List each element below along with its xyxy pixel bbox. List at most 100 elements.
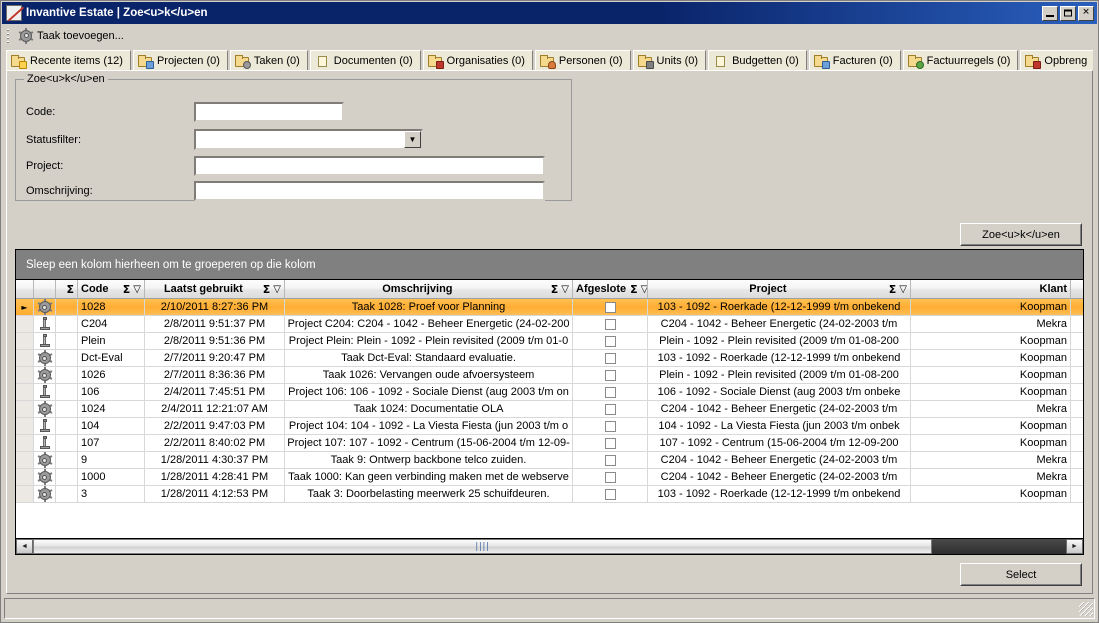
column-header-label: Klant (1039, 283, 1068, 295)
summary-sigma-icon[interactable]: Σ (889, 283, 897, 296)
table-row[interactable]: 106 2/4/2011 7:45:51 PM Project 106: 106 -… (16, 384, 1083, 401)
closed-checkbox[interactable] (604, 471, 616, 483)
add-task-button[interactable]: Taak toevoegen... (14, 25, 133, 46)
summary-sigma-icon[interactable]: Σ (551, 283, 559, 296)
chevron-down-icon[interactable]: ▼ (404, 131, 421, 148)
select-button[interactable]: Select (960, 563, 1082, 586)
filter-funnel-icon[interactable]: ▽ (273, 284, 281, 295)
table-row[interactable]: 1026 2/7/2011 8:36:36 PM Taak 1026: Vervan… (16, 367, 1083, 384)
table-row[interactable]: 1000 1/28/2011 4:28:41 PM Taak 1000: Kan g… (16, 469, 1083, 486)
closed-checkbox[interactable] (604, 369, 616, 381)
tab-persons[interactable]: Personen (0) (534, 50, 631, 71)
minimize-button[interactable] (1042, 5, 1058, 21)
filter-funnel-icon[interactable]: ▽ (641, 284, 647, 295)
closed-checkbox[interactable] (604, 335, 616, 347)
closed-checkbox-cell (573, 435, 648, 451)
tab-units[interactable]: Units (0) (632, 50, 707, 71)
cell-description: Project Plein: Plein - 1092 - Plein revi… (285, 333, 573, 349)
closed-checkbox[interactable] (604, 352, 616, 364)
table-row[interactable]: C204 2/8/2011 9:51:37 PM Project C204: C20… (16, 316, 1083, 333)
search-button[interactable]: Zoe<u>k</u>en (960, 223, 1082, 246)
tab-documents[interactable]: Documenten (0) (309, 50, 421, 71)
column-header-closed[interactable]: Afgeslote Σ ▽ (573, 280, 648, 298)
column-header-project[interactable]: Project Σ ▽ (648, 280, 911, 298)
filter-funnel-icon[interactable]: ▽ (133, 284, 141, 295)
cell-customer: Koopman (911, 384, 1071, 400)
filter-funnel-icon[interactable]: ▽ (561, 284, 569, 295)
tab-label: Personen (0) (558, 55, 623, 67)
statusfilter-label: Statusfilter: (26, 133, 82, 146)
maximize-button[interactable] (1060, 5, 1076, 21)
omschrijving-input[interactable] (194, 181, 545, 201)
summary-sigma-icon[interactable]: Σ (123, 283, 131, 296)
group-by-dropzone[interactable]: Sleep een kolom hierheen om te groeperen… (16, 250, 1083, 280)
pylon-icon (38, 385, 52, 399)
resize-grip-icon[interactable] (1079, 601, 1093, 616)
scroll-right-button[interactable]: ► (1066, 539, 1083, 554)
tab-bar: Recente items (12) Projecten (0) Taken (0)… (6, 49, 1093, 71)
grid-horizontal-scrollbar[interactable]: ◄ |||| ► (16, 538, 1083, 554)
close-button[interactable]: ✕ (1078, 5, 1094, 21)
closed-checkbox-cell (573, 350, 648, 366)
closed-checkbox[interactable] (604, 403, 616, 415)
project-input[interactable] (194, 156, 545, 176)
column-header-label: Laatst gebruikt (163, 283, 243, 295)
filter-funnel-icon[interactable]: ▽ (899, 284, 907, 295)
table-row[interactable]: 9 1/28/2011 4:30:37 PM Taak 9: Ontwerp bac… (16, 452, 1083, 469)
cell-last_used: 2/4/2011 12:21:07 AM (145, 401, 285, 417)
column-header-icon[interactable] (34, 280, 56, 298)
table-row[interactable]: Dct-Eval 2/7/2011 9:20:47 PM Taak Dct-Eval… (16, 350, 1083, 367)
cell-last_used: 2/4/2011 7:45:51 PM (145, 384, 285, 400)
row-indicator (16, 452, 34, 468)
row-indicator (16, 469, 34, 485)
column-header-sigma_only[interactable]: Σ (56, 280, 78, 298)
table-row[interactable]: 3 1/28/2011 4:12:53 PM Taak 3: Doorbelasti… (16, 486, 1083, 503)
cell-description: Taak 3: Doorbelasting meerwerk 25 schuif… (285, 486, 573, 502)
closed-checkbox[interactable] (604, 318, 616, 330)
closed-checkbox[interactable] (604, 488, 616, 500)
statusfilter-combo[interactable]: ▼ (194, 129, 423, 150)
code-input[interactable] (194, 102, 344, 122)
scroll-thumb[interactable]: |||| (33, 539, 932, 554)
scroll-track[interactable]: |||| (33, 539, 1066, 554)
column-header-code[interactable]: Code Σ ▽ (78, 280, 145, 298)
table-row[interactable]: 107 2/2/2011 8:40:02 PM Project 107: 107 -… (16, 435, 1083, 452)
table-row[interactable]: Plein 2/8/2011 9:51:36 PM Project Plein: P… (16, 333, 1083, 350)
row-indicator (16, 350, 34, 366)
cell-code: 1028 (78, 299, 145, 315)
badge-red-icon (1033, 60, 1042, 69)
closed-checkbox[interactable] (604, 420, 616, 432)
cell-last_used: 1/28/2011 4:12:53 PM (145, 486, 285, 502)
column-header-customer[interactable]: Klant (911, 280, 1071, 298)
closed-checkbox[interactable] (604, 437, 616, 449)
tab-budgets[interactable]: Budgetten (0) (708, 50, 807, 71)
closed-checkbox-cell (573, 299, 648, 315)
column-header-description[interactable]: Omschrijving Σ ▽ (285, 280, 573, 298)
row-type-icon-cell (34, 486, 56, 502)
summary-sigma-icon[interactable]: Σ (263, 283, 271, 296)
tab-projects[interactable]: Projecten (0) (132, 50, 228, 71)
tab-invoice-lines[interactable]: Factuurregels (0) (902, 50, 1019, 71)
table-row[interactable]: 104 2/2/2011 9:47:03 PM Project 104: 104 -… (16, 418, 1083, 435)
column-header-indicator[interactable] (16, 280, 34, 298)
closed-checkbox[interactable] (604, 301, 616, 313)
table-row[interactable]: ► 1028 2/10/2011 8:27:36 PM Taak 1028: Proe… (16, 299, 1083, 316)
tab-revenue[interactable]: Opbreng (1020, 50, 1093, 71)
tab-organisations[interactable]: Organisaties (0) (422, 50, 533, 71)
scroll-left-button[interactable]: ◄ (16, 539, 33, 554)
column-header-last_used[interactable]: Laatst gebruikt Σ ▽ (145, 280, 285, 298)
tab-tasks[interactable]: Taken (0) (229, 50, 308, 71)
tab-invoices[interactable]: Facturen (0) (808, 50, 901, 71)
row-type-icon-cell (34, 435, 56, 451)
cell-description: Taak 1000: Kan geen verbinding maken met… (285, 469, 573, 485)
cell-customer: Koopman (911, 367, 1071, 383)
gear-icon (18, 27, 34, 44)
summary-sigma-icon[interactable]: Σ (630, 283, 638, 296)
table-row[interactable]: 1024 2/4/2011 12:21:07 AM Taak 1024: Docum… (16, 401, 1083, 418)
cell-code: 9 (78, 452, 145, 468)
closed-checkbox[interactable] (604, 454, 616, 466)
toolbar-drag-handle[interactable] (5, 26, 12, 45)
summary-sigma-icon[interactable]: Σ (66, 283, 74, 296)
tab-recent-items[interactable]: Recente items (12) (6, 50, 131, 71)
closed-checkbox[interactable] (604, 386, 616, 398)
